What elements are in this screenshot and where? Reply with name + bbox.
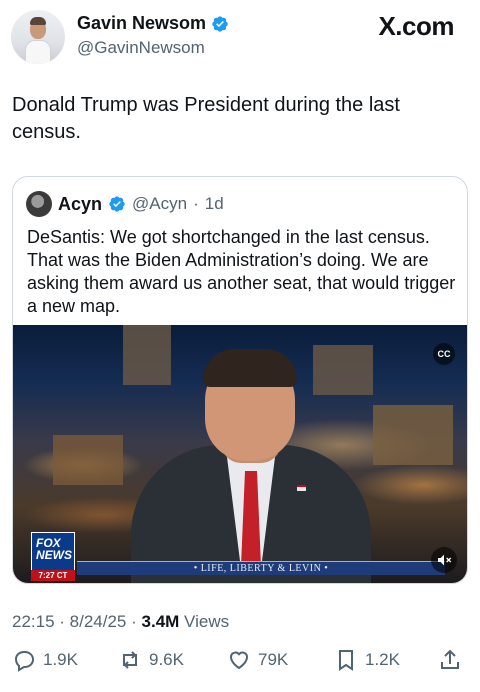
bookmark-button[interactable]: 1.2K xyxy=(334,648,400,672)
tweet-meta: 22:15 · 8/24/25 · 3.4M Views xyxy=(12,612,229,632)
meta-separator: · xyxy=(131,612,142,631)
broadcast-ticker: • LIFE, LIBERTY & LEVIN • xyxy=(77,561,445,575)
quoted-text: DeSantis: We got shortchanged in the las… xyxy=(27,227,456,316)
quoted-header: Acyn @Acyn · 1d xyxy=(26,191,224,217)
avatar-shirt xyxy=(25,40,51,64)
tweet-date[interactable]: 8/24/25 xyxy=(70,612,127,631)
repost-count: 9.6K xyxy=(149,650,184,669)
site-label: X.com xyxy=(378,11,454,41)
quoted-author-handle[interactable]: @Acyn xyxy=(132,194,187,214)
quoted-tweet-card[interactable]: Acyn @Acyn · 1d DeSantis: We got shortch… xyxy=(12,176,468,584)
closed-captions-button[interactable]: CC xyxy=(433,343,455,365)
views-label: Views xyxy=(179,612,230,631)
avatar-hair xyxy=(30,17,46,25)
like-button[interactable]: 79K xyxy=(227,648,288,672)
flag-pin-icon xyxy=(297,485,306,491)
tweet-text: Donald Trump was President during the la… xyxy=(12,94,400,143)
quoted-separator: · xyxy=(193,194,199,213)
tweet-time[interactable]: 22:15 xyxy=(12,612,55,631)
mute-button[interactable] xyxy=(431,547,457,573)
bookmark-count: 1.2K xyxy=(365,650,400,669)
repost-icon xyxy=(123,651,137,669)
views-count: 3.4M xyxy=(141,612,180,631)
quoted-avatar[interactable] xyxy=(26,191,52,217)
reply-count: 1.9K xyxy=(43,650,78,669)
heart-icon xyxy=(229,651,249,670)
video-building xyxy=(123,325,171,385)
meta-separator: · xyxy=(59,612,70,631)
author-name-row[interactable]: Gavin Newsom xyxy=(77,13,229,34)
action-bar: 1.9K 9.6K 79K 1.2K xyxy=(12,648,468,678)
reply-icon xyxy=(14,651,35,672)
video-player[interactable]: CC FOX NEWS 7:27 CT • LIFE, LIBERTY & LE… xyxy=(13,325,467,583)
verified-badge-icon xyxy=(109,196,125,212)
verified-badge-icon xyxy=(212,15,228,32)
repost-button[interactable]: 9.6K xyxy=(118,648,184,672)
author-avatar[interactable] xyxy=(11,10,65,64)
network-logo: FOX NEWS xyxy=(31,532,75,574)
video-person-hair xyxy=(203,349,297,387)
bookmark-icon xyxy=(339,650,353,671)
speaker-muted-icon xyxy=(438,554,452,566)
quoted-author-name[interactable]: Acyn xyxy=(58,194,102,215)
quoted-age[interactable]: 1d xyxy=(205,194,224,214)
author-handle[interactable]: @GavinNewsom xyxy=(77,38,205,58)
broadcast-time: 7:27 CT xyxy=(31,570,75,581)
video-building xyxy=(373,405,453,465)
share-icon xyxy=(441,649,459,669)
video-building xyxy=(53,435,123,485)
reply-button[interactable]: 1.9K xyxy=(12,648,78,672)
author-name[interactable]: Gavin Newsom xyxy=(77,13,206,34)
network-logo-text: FOX NEWS xyxy=(36,536,72,562)
like-count: 79K xyxy=(258,650,289,669)
video-building xyxy=(313,345,373,395)
share-button[interactable] xyxy=(438,648,462,672)
